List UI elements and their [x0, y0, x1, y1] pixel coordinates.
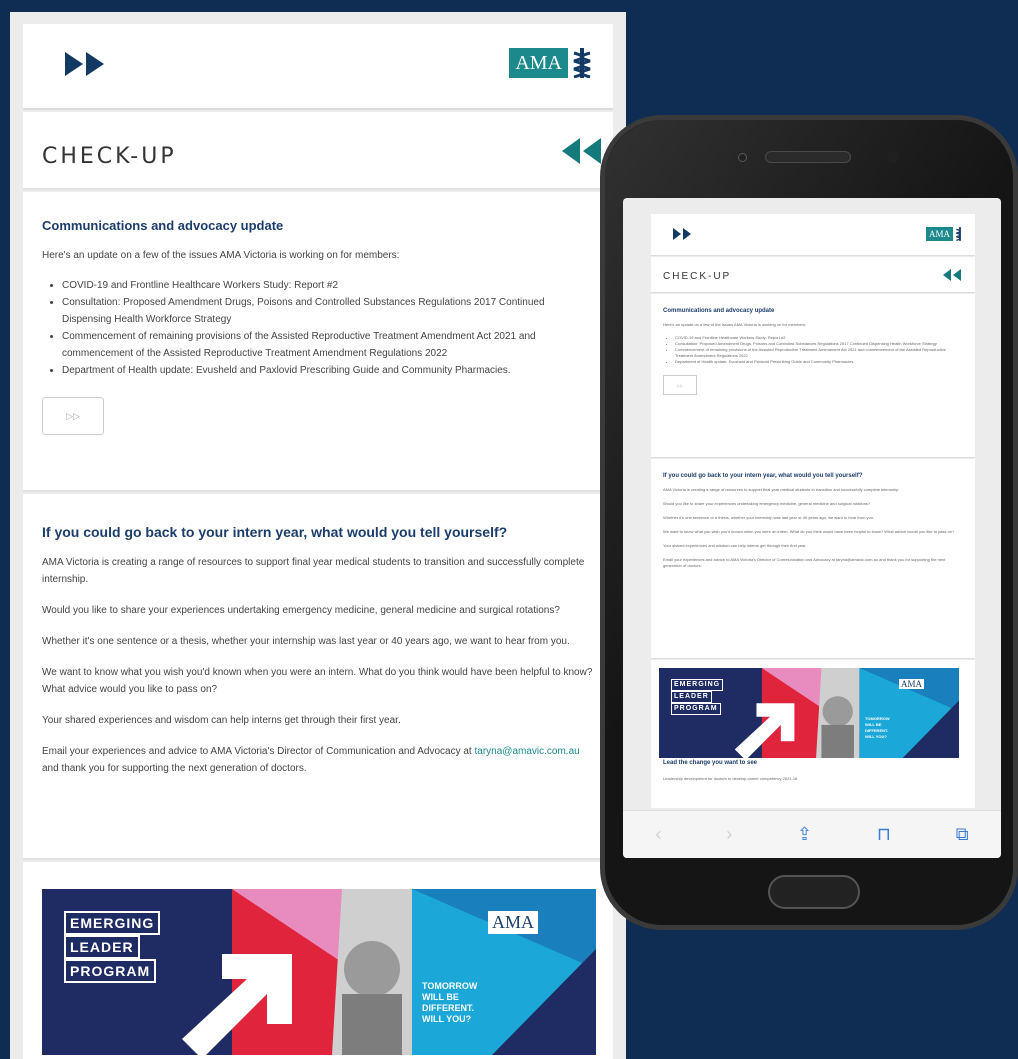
- browser-toolbar: ‹ › ⇪ ⊓ ⧉: [623, 810, 1001, 858]
- tabs-icon[interactable]: ⧉: [956, 824, 969, 845]
- article-intern-year: If you could go back to your intern year…: [23, 494, 613, 860]
- article-paragraph: AMA Victoria is creating a range of reso…: [42, 557, 585, 585]
- email-link[interactable]: taryna@amavic.com.au: [475, 746, 580, 757]
- banner-logo-text: AMA: [492, 912, 535, 932]
- staff-of-asclepius-icon: [573, 48, 591, 78]
- front-camera-icon: [738, 153, 747, 162]
- staff-of-asclepius-icon: [956, 227, 961, 241]
- banner-line-1: EMERGING: [64, 911, 161, 935]
- mobile-newsletter-header: CHECK-UP: [651, 257, 975, 293]
- article-paragraph: Your shared experiences and wisdom can h…: [42, 715, 401, 726]
- list-item: Consultation: Proposed Amendment Drugs, …: [62, 294, 593, 328]
- banner-line-2: LEADER: [64, 935, 140, 959]
- banner-ama-logo: AMA: [488, 911, 539, 934]
- article-heading[interactable]: Communications and advocacy update: [663, 308, 975, 314]
- banner-tagline: TOMORROW WILL BE DIFFERENT. WILL YOU?: [422, 981, 477, 1025]
- rewind-arrows-icon: [562, 138, 601, 164]
- banner-line-1: EMERGING: [671, 679, 724, 691]
- article-paragraph: Would you like to share your experiences…: [663, 501, 871, 506]
- ama-logo: AMA: [925, 227, 965, 241]
- paragraph-text: and thank you for supporting the next ge…: [42, 763, 307, 774]
- ama-logo: AMA: [509, 48, 593, 78]
- mobile-article-intern-year: If you could go back to your intern year…: [651, 459, 975, 659]
- article-heading[interactable]: If you could go back to your intern year…: [42, 524, 613, 540]
- list-item: Commencement of remaining provisions of …: [675, 347, 963, 359]
- banner-tagline: TOMORROW WILL BE DIFFERENT. WILL YOU?: [865, 716, 890, 740]
- article-intro: Here's an update on a few of the issues …: [42, 250, 400, 261]
- article-paragraph: Email your experiences and advice to AMA…: [42, 743, 593, 777]
- rewind-arrows-icon: [943, 269, 961, 281]
- article-paragraph: AMA Victoria is creating a range of reso…: [663, 487, 900, 492]
- article-paragraph: Email your experiences and advice to AMA…: [663, 557, 946, 568]
- forward-arrows-icon: [673, 228, 691, 240]
- mobile-email-top-bar: AMA: [651, 214, 975, 256]
- mobile-banner-section: EMERGING LEADER PROGRAM AMA TOMORROW WIL…: [651, 660, 975, 808]
- newsletter-title: CHECK-UP: [663, 271, 732, 282]
- tagline-line: WILL YOU?: [422, 1014, 472, 1024]
- list-item: Commencement of remaining provisions of …: [62, 328, 593, 362]
- banner-line-3: PROGRAM: [671, 703, 721, 715]
- issues-list: COVID-19 and Frontline Healthcare Worker…: [62, 277, 593, 379]
- tagline-line: WILL BE: [422, 992, 459, 1002]
- phone-screen: AMA CHECK-UP Communications and advocacy…: [623, 198, 1001, 858]
- speaker-grille: [765, 151, 851, 163]
- banner-logo-text: AMA: [901, 679, 923, 689]
- issues-list: COVID-19 and Frontline Healthcare Worker…: [675, 335, 963, 365]
- tagline-line: DIFFERENT.: [422, 1003, 475, 1013]
- list-item: Department of Health update: Evusheld an…: [62, 362, 593, 379]
- back-icon[interactable]: ‹: [655, 824, 661, 845]
- read-more-button[interactable]: ▷▷: [663, 375, 697, 395]
- ama-logo-text: AMA: [925, 227, 953, 241]
- smartphone-frame: AMA CHECK-UP Communications and advocacy…: [600, 115, 1018, 930]
- article-heading[interactable]: Communications and advocacy update: [42, 218, 613, 233]
- article-intro: Here's an update on a few of the issues …: [663, 322, 806, 327]
- banner-section: EMERGING LEADER PROGRAM AMA TOMORROW WIL…: [23, 862, 613, 1059]
- newsletter-header: CHECK-UP: [23, 112, 613, 190]
- home-button[interactable]: [768, 875, 860, 909]
- read-more-button[interactable]: ▷▷: [42, 397, 104, 435]
- list-item: Department of Health update: Evusheld an…: [675, 359, 963, 365]
- article-communications: Communications and advocacy update Here'…: [23, 192, 613, 492]
- article-paragraph: Would you like to share your experiences…: [42, 605, 560, 616]
- forward-arrows-icon: [65, 52, 104, 76]
- email-top-bar: AMA: [23, 24, 613, 110]
- tagline-line: TOMORROW: [422, 981, 478, 991]
- article-paragraph: Whether it's one sentence or a thesis, w…: [42, 636, 570, 647]
- banner-line-2: LEADER: [671, 691, 712, 703]
- emerging-leader-banner[interactable]: EMERGING LEADER PROGRAM AMA TOMORROW WIL…: [42, 889, 596, 1055]
- article-heading[interactable]: If you could go back to your intern year…: [663, 473, 975, 479]
- ama-logo-text: AMA: [509, 48, 568, 78]
- banner-ama-logo: AMA: [899, 679, 925, 689]
- forward-icon[interactable]: ›: [726, 824, 732, 845]
- article-paragraph: Whether it's one sentence or a thesis, w…: [663, 515, 875, 520]
- mobile-article-communications: Communications and advocacy update Here'…: [651, 294, 975, 458]
- proximity-sensor: [887, 151, 899, 163]
- emerging-leader-banner[interactable]: EMERGING LEADER PROGRAM AMA TOMORROW WIL…: [659, 668, 959, 758]
- article-paragraph: Your shared experiences and wisdom can h…: [663, 543, 807, 548]
- desktop-email-card: AMA CHECK-UP Communications and advocacy…: [10, 12, 626, 1059]
- bookmarks-icon[interactable]: ⊓: [877, 824, 891, 845]
- article-paragraph: Leadership development for doctors to de…: [663, 776, 798, 781]
- article-paragraph: We want to know what you wish you'd know…: [42, 667, 593, 695]
- newsletter-title: CHECK-UP: [42, 144, 177, 169]
- article-heading[interactable]: Lead the change you want to see: [663, 760, 757, 766]
- tagline-line: WILL YOU?: [865, 734, 887, 739]
- banner-line-3: PROGRAM: [64, 959, 157, 983]
- share-icon[interactable]: ⇪: [797, 824, 812, 845]
- paragraph-text: Email your experiences and advice to AMA…: [42, 746, 472, 757]
- article-paragraph: We want to know what you wish you'd know…: [663, 529, 955, 534]
- list-item: COVID-19 and Frontline Healthcare Worker…: [62, 277, 593, 294]
